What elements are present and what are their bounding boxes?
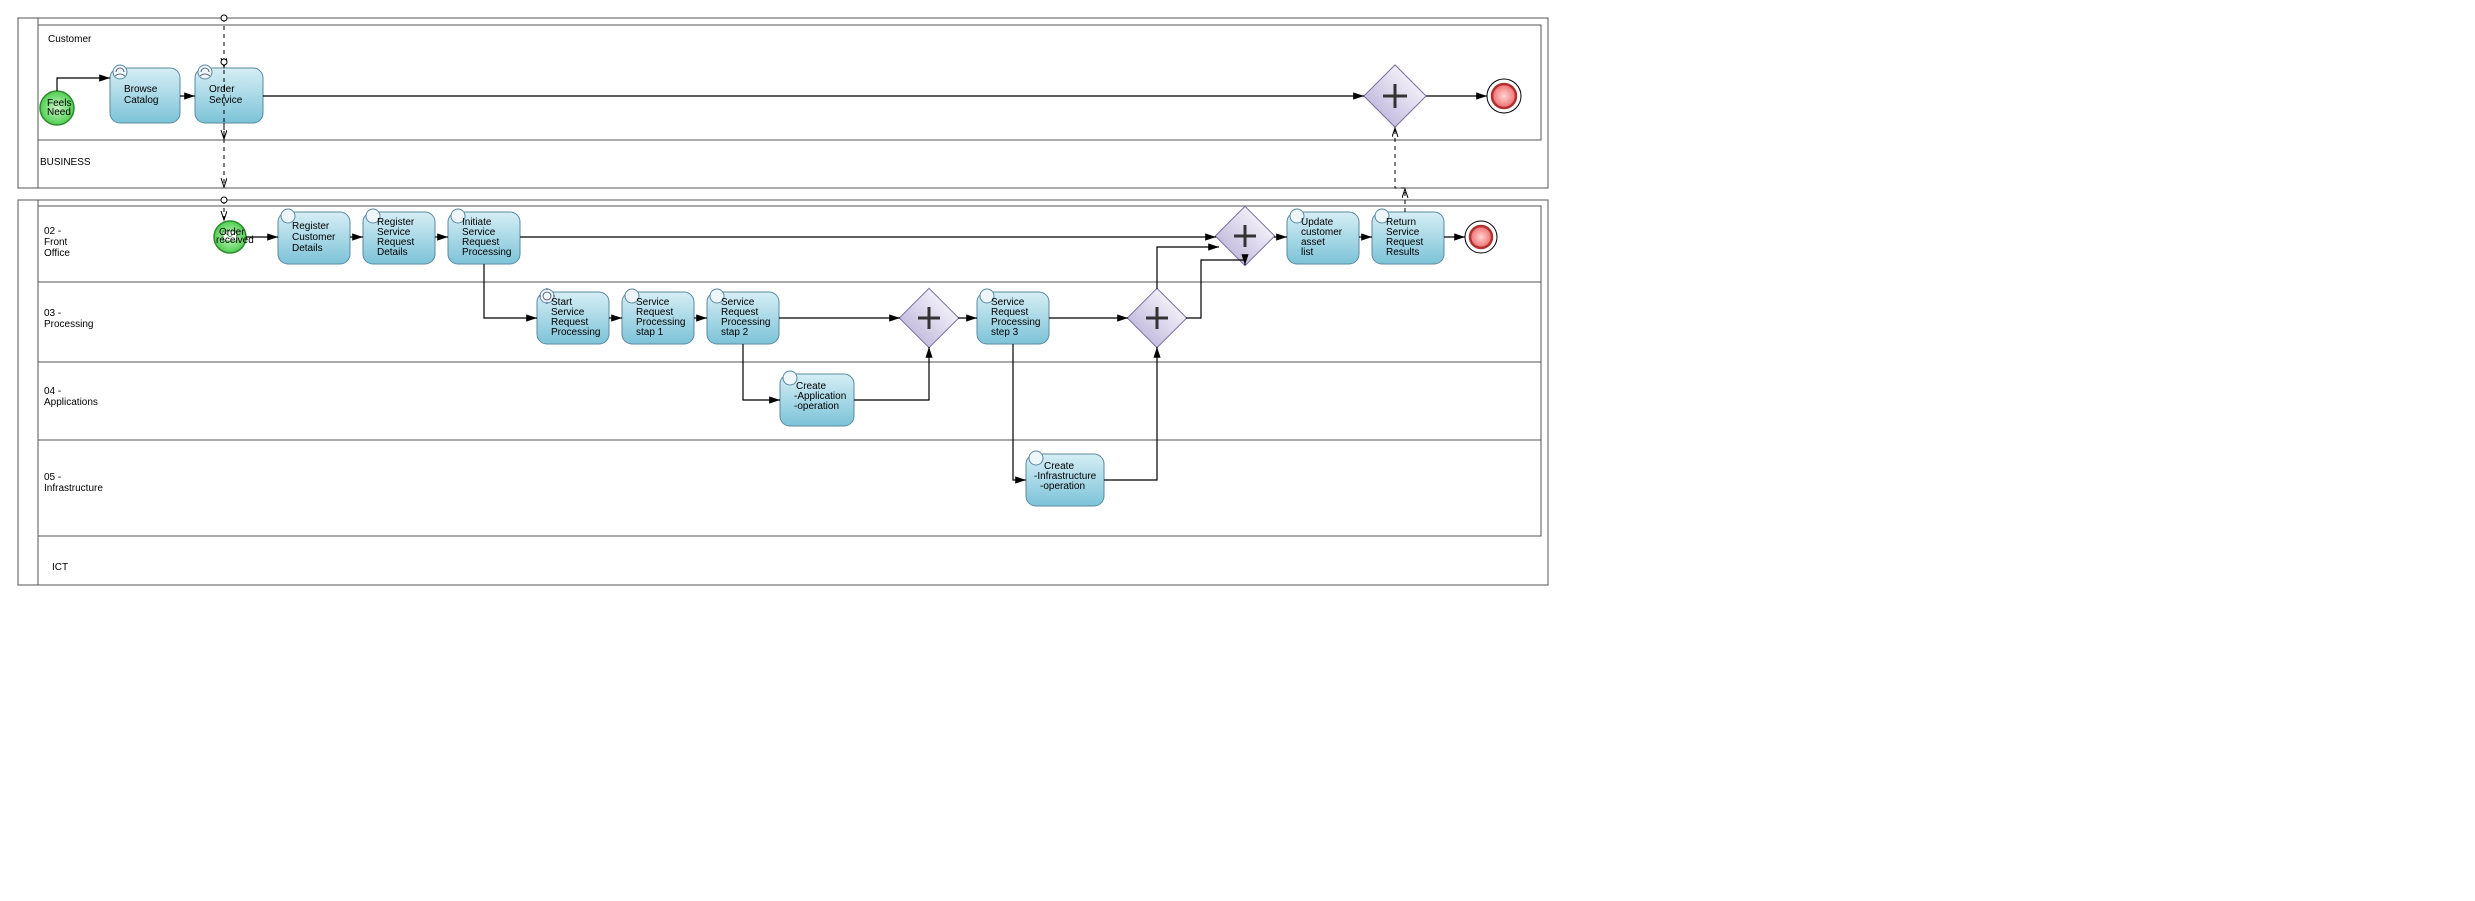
task-update-customer-asset-list[interactable]: Updatecustomerassetlist [1287,209,1359,264]
svg-text:-operation: -operation [1040,481,1085,492]
task-create-infrastructure-operation[interactable]: Create-Infrastructure-operation [1026,451,1104,506]
pool-business-label: BUSINESS [40,157,91,168]
svg-text:Customer: Customer [292,232,336,243]
svg-text:02 -: 02 - [44,226,61,237]
task-return-service-request-results[interactable]: ReturnServiceRequestResults [1372,209,1444,264]
gateway-customer-parallel[interactable] [1364,65,1426,127]
svg-text:Register: Register [292,221,330,232]
svg-text:step 3: step 3 [991,327,1019,338]
svg-text:Service: Service [209,95,243,106]
svg-text:Processing: Processing [462,247,511,258]
task-service-request-processing-step1[interactable]: ServiceRequestProcessingstap 1 [622,289,694,344]
svg-text:Need: Need [47,107,71,118]
start-event-feels-need[interactable]: FeelsNeed [40,91,74,125]
lane-infrastructure-label: 05 -Infrastructure [44,472,103,494]
lane-processing-label: 03 -Processing [44,308,93,330]
task-register-customer-details[interactable]: RegisterCustomerDetails [278,209,350,264]
lane-front-office-label: 02 -FrontOffice [44,226,70,259]
task-initiate-service-request-processing[interactable]: InitiateServiceRequestProcessing [448,209,520,264]
task-register-service-request-details[interactable]: RegisterServiceRequestDetails [363,209,435,264]
svg-text:Details: Details [377,247,408,258]
gateway-front-parallel[interactable] [1215,206,1274,265]
svg-text:Front: Front [44,237,68,248]
svg-text:Infrastructure: Infrastructure [44,483,103,494]
end-event-customer[interactable] [1487,79,1521,113]
lane-customer-label: Customer [48,34,92,45]
svg-text:stap 1: stap 1 [636,327,664,338]
lane-applications-label: 04 -Applications [44,386,98,408]
task-browse-catalog[interactable]: BrowseCatalog [110,65,180,123]
task-create-application-operation[interactable]: Create-Application-operation [780,371,854,426]
lane-processing [38,282,1541,362]
task-service-request-processing-step3[interactable]: ServiceRequestProcessingstep 3 [977,289,1049,344]
svg-text:03 -: 03 - [44,308,61,319]
lane-infrastructure [38,440,1541,536]
svg-text:Order: Order [209,84,235,95]
end-event-ict[interactable] [1465,221,1497,253]
task-order-service[interactable]: OrderService [195,65,263,123]
task-start-service-request-processing[interactable]: StartServiceRequestProcessing [537,288,609,344]
pool-ict-label: ICT [52,562,68,573]
svg-text:list: list [1301,247,1313,258]
gateway-proc1-parallel[interactable] [899,288,958,347]
task-service-request-processing-step2[interactable]: ServiceRequestProcessingstap 2 [707,289,779,344]
bpmn-diagram: Customer BUSINESS ICT 02 -FrontOffice 03… [0,0,2475,901]
svg-text:Applications: Applications [44,397,98,408]
svg-text:-operation: -operation [794,401,839,412]
svg-text:Processing: Processing [44,319,93,330]
svg-text:Processing: Processing [551,327,600,338]
svg-text:Details: Details [292,243,323,254]
svg-text:stap 2: stap 2 [721,327,749,338]
gateway-proc2-parallel[interactable] [1127,288,1186,347]
svg-text:Results: Results [1386,247,1419,258]
svg-text:05 -: 05 - [44,472,61,483]
svg-text:Office: Office [44,248,70,259]
svg-text:BrowseCatalog: BrowseCatalog [124,84,158,106]
svg-text:04 -: 04 - [44,386,61,397]
message-flow-return-results [1395,127,1405,188]
